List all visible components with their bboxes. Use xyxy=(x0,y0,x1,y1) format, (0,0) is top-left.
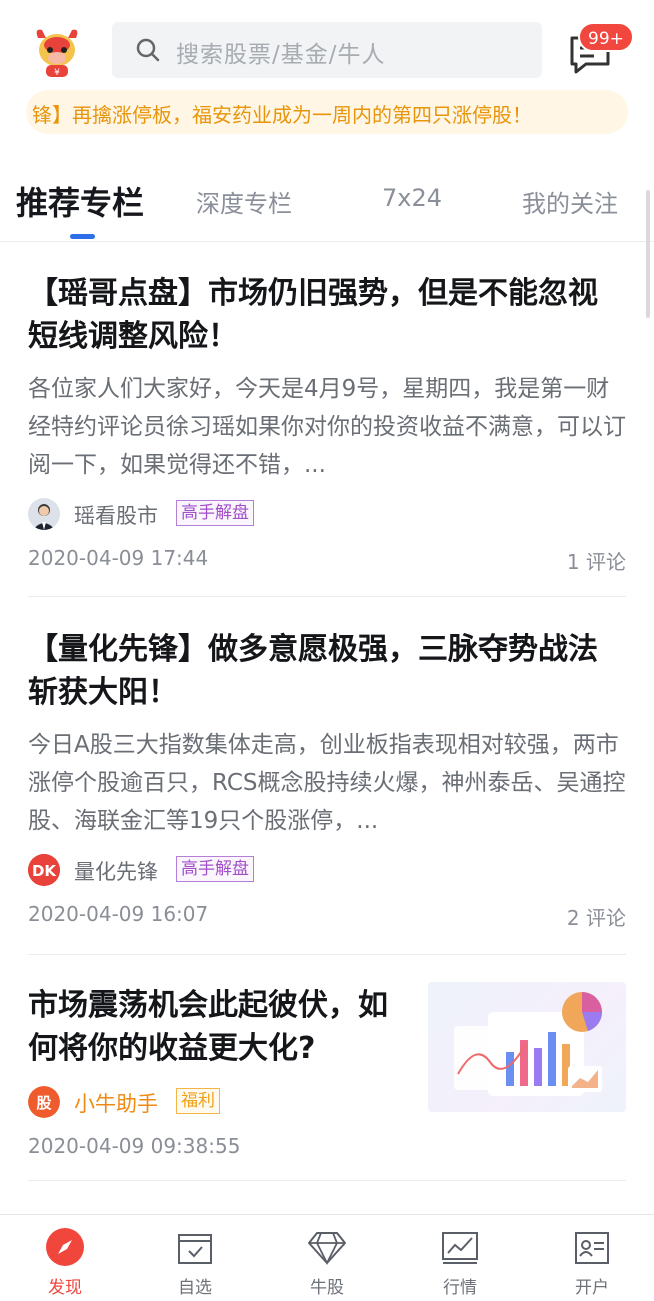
article-card[interactable]: 【量化先锋】做多意愿极强，三脉夺势战法斩获大阳！ 今日A股三大指数集体走高，创业… xyxy=(28,628,626,932)
avatar: DK xyxy=(28,854,60,886)
nav-watchlist[interactable]: 自选 xyxy=(155,1223,235,1299)
article-author[interactable]: 股 小牛助手 福利 xyxy=(28,1084,408,1120)
article-card[interactable]: 市场震荡机会此起彼伏，如何将你的收益更大化? 股 小牛助手 福利 2020-04… xyxy=(28,984,408,1164)
tab-7x24[interactable]: 7x24 xyxy=(382,184,442,212)
article-title[interactable]: 市场震荡机会此起彼伏，如何将你的收益更大化? xyxy=(28,984,408,1070)
author-name: 小牛助手 xyxy=(74,1092,158,1116)
nav-label: 牛股 xyxy=(310,1278,344,1298)
checkbox-icon xyxy=(178,1234,212,1264)
article-date: 2020-04-09 17:44 xyxy=(28,546,209,570)
article-meta: 2020-04-09 17:44 1 评论 xyxy=(28,546,626,576)
article-thumbnail[interactable] xyxy=(428,982,626,1112)
article-author[interactable]: 瑶看股市 高手解盘 xyxy=(28,496,626,532)
nav-label: 发现 xyxy=(48,1278,82,1298)
article-title[interactable]: 【瑶哥点盘】市场仍旧强势，但是不能忽视短线调整风险！ xyxy=(28,272,626,358)
search-icon xyxy=(136,38,160,62)
nav-open-account[interactable]: 开户 xyxy=(552,1223,632,1299)
bull-mascot-icon[interactable]: ¥ xyxy=(28,22,86,80)
header: ¥ 搜索股票/基金/牛人 99+ xyxy=(0,0,654,88)
article-card[interactable]: 【瑶哥点盘】市场仍旧强势，但是不能忽视短线调整风险！ 各位家人们大家好，今天是4… xyxy=(28,272,626,576)
svg-text:股: 股 xyxy=(36,1094,52,1112)
divider xyxy=(28,1180,626,1181)
search-input[interactable]: 搜索股票/基金/牛人 xyxy=(112,22,542,78)
article-comments[interactable]: 1 评论 xyxy=(567,546,626,575)
news-ticker[interactable]: 锋】再擒涨停板，福安药业成为一周内的第四只涨停股！ xyxy=(26,90,628,134)
article-meta: 2020-04-09 09:38:55 xyxy=(28,1134,408,1164)
diamond-icon xyxy=(308,1232,346,1266)
nav-label: 开户 xyxy=(575,1278,609,1298)
article-author[interactable]: DK 量化先锋 高手解盘 xyxy=(28,852,626,888)
bottom-nav: 发现 自选 牛股 行情 开户 xyxy=(0,1214,654,1301)
ticker-text: 锋】再擒涨停板，福安药业成为一周内的第四只涨停股！ xyxy=(32,103,532,127)
tab-recommended[interactable]: 推荐专栏 xyxy=(16,178,144,224)
tab-following[interactable]: 我的关注 xyxy=(522,184,618,219)
nav-discover[interactable]: 发现 xyxy=(25,1223,105,1299)
article-meta: 2020-04-09 16:07 2 评论 xyxy=(28,902,626,932)
article-title[interactable]: 【量化先锋】做多意愿极强，三脉夺势战法斩获大阳！ xyxy=(28,628,626,714)
compass-icon xyxy=(46,1228,84,1266)
nav-label: 行情 xyxy=(443,1278,477,1298)
article-date: 2020-04-09 09:38:55 xyxy=(28,1134,241,1158)
svg-text:DK: DK xyxy=(32,862,57,880)
active-tab-indicator xyxy=(70,234,95,239)
divider xyxy=(28,954,626,955)
chart-icon xyxy=(442,1232,478,1264)
article-tag: 福利 xyxy=(176,1088,220,1114)
nav-stocks[interactable]: 牛股 xyxy=(287,1223,367,1299)
article-tag: 高手解盘 xyxy=(176,856,254,882)
article-tag: 高手解盘 xyxy=(176,500,254,526)
id-card-icon xyxy=(575,1232,609,1264)
article-date: 2020-04-09 16:07 xyxy=(28,902,209,926)
nav-market[interactable]: 行情 xyxy=(420,1223,500,1299)
avatar xyxy=(28,498,60,530)
article-summary: 今日A股三大指数集体走高，创业板指表现相对较强，两市涨停个股逾百只，RCS概念股… xyxy=(28,732,626,834)
tab-bar: 推荐专栏 深度专栏 7x24 我的关注 xyxy=(0,160,654,242)
nav-label: 自选 xyxy=(178,1278,212,1298)
scrollbar[interactable] xyxy=(646,190,650,318)
message-badge: 99+ xyxy=(578,22,634,52)
article-comments[interactable]: 2 评论 xyxy=(567,902,626,931)
divider xyxy=(28,596,626,597)
search-placeholder: 搜索股票/基金/牛人 xyxy=(176,42,386,68)
author-name: 瑶看股市 xyxy=(74,504,158,528)
tab-depth[interactable]: 深度专栏 xyxy=(196,184,292,219)
article-summary: 各位家人们大家好，今天是4月9号，星期四，我是第一财经特约评论员徐习瑶如果你对你… xyxy=(28,376,626,478)
author-name: 量化先锋 xyxy=(74,860,158,884)
avatar: 股 xyxy=(28,1086,60,1118)
svg-text:¥: ¥ xyxy=(54,68,60,78)
